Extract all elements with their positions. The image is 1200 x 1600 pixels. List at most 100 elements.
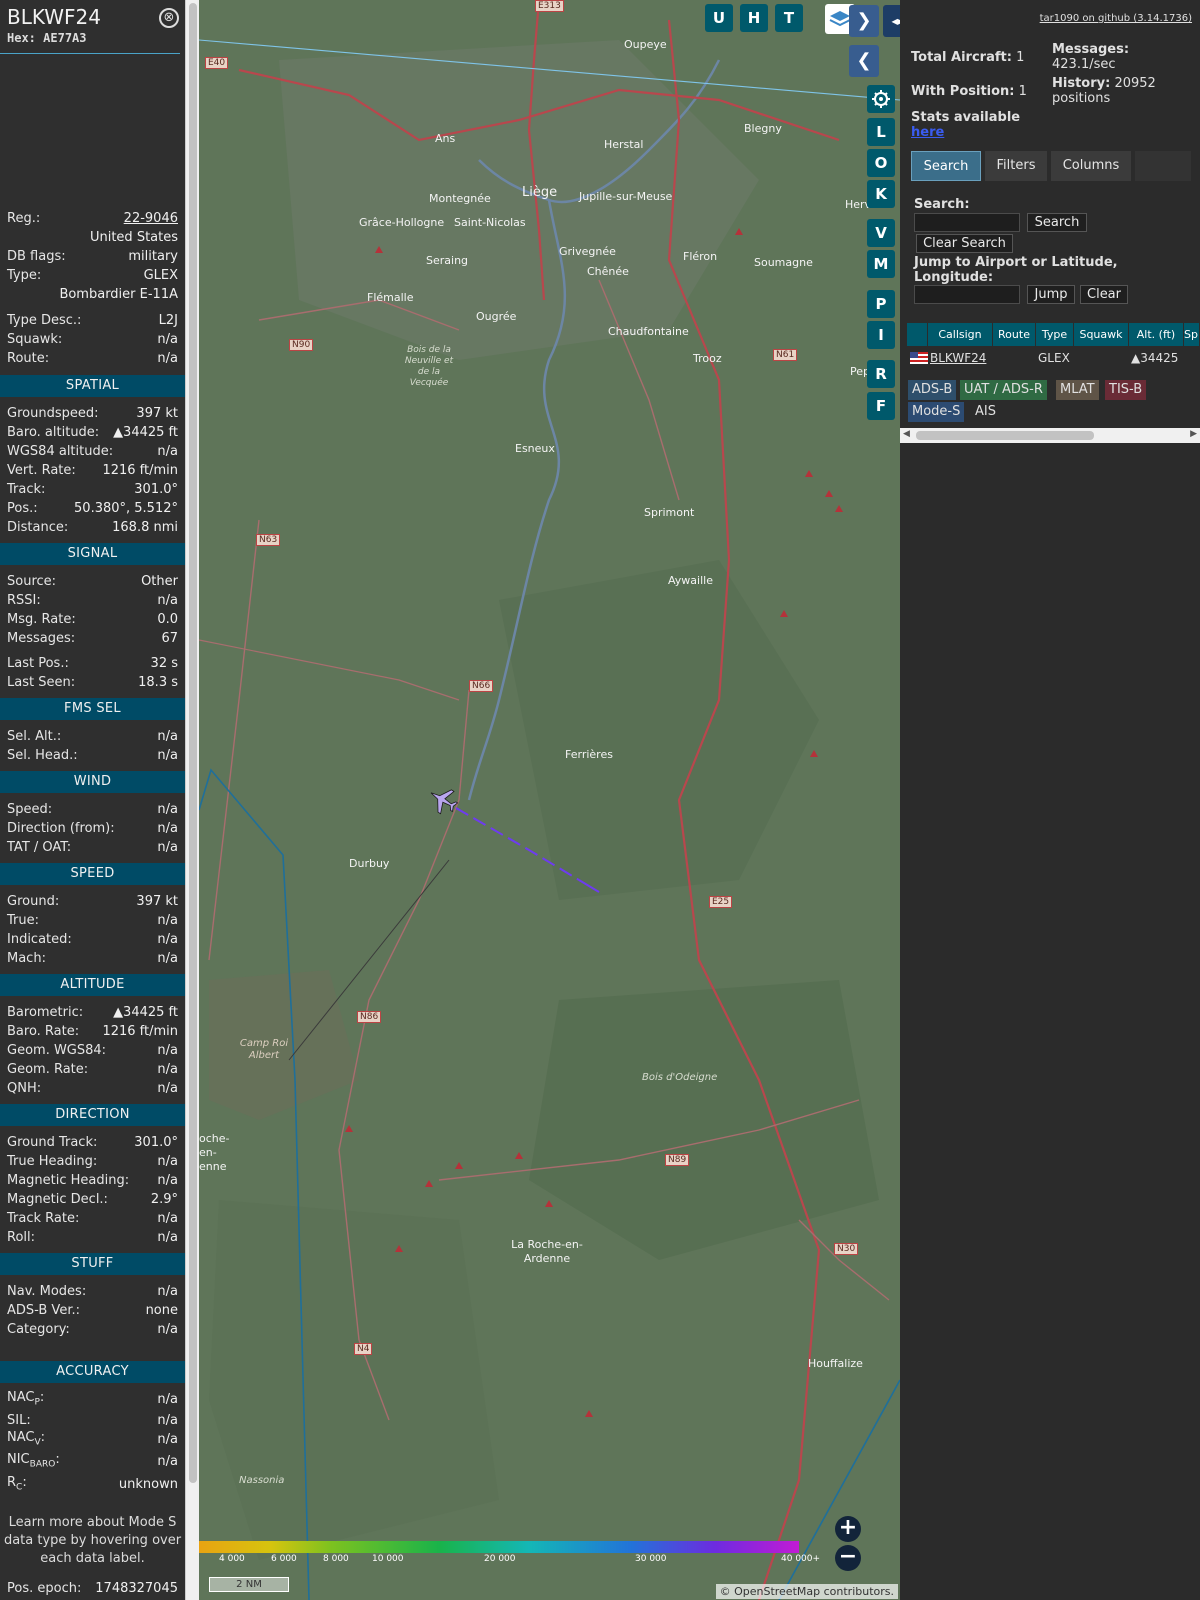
- search-input[interactable]: [914, 213, 1020, 232]
- wind-speed-value: n/a: [157, 801, 178, 817]
- vert-rate-row: Vert. Rate: 1216 ft/min: [7, 461, 178, 479]
- table-horizontal-scrollbar[interactable]: ◀ ▶: [900, 428, 1200, 443]
- wind-direction-label: Direction (from):: [7, 820, 115, 836]
- altitude-legend-label: 10 000: [372, 1554, 404, 1564]
- nacv-label: NACV:: [7, 1430, 46, 1448]
- pos-epoch-value: 1748327045: [95, 1580, 178, 1596]
- tab-filters[interactable]: Filters: [985, 151, 1047, 181]
- toggle-r-button[interactable]: R: [867, 360, 895, 388]
- jump-input[interactable]: [914, 285, 1020, 304]
- adsb-version-row: ADS-B Ver.: none: [7, 1301, 178, 1319]
- track-row: Track: 301.0°: [7, 480, 178, 498]
- expand-sidebar-icon[interactable]: ◂▸: [883, 5, 900, 37]
- toggle-v-button[interactable]: V: [867, 219, 895, 247]
- clear-button[interactable]: Clear: [1080, 285, 1128, 304]
- rssi-value: n/a: [157, 592, 178, 608]
- toggle-p-button[interactable]: P: [867, 290, 895, 318]
- sel-head-value: n/a: [157, 747, 178, 763]
- toggle-k-button[interactable]: K: [867, 180, 895, 208]
- source-chip-adsb[interactable]: ADS-B: [908, 380, 957, 400]
- sel-alt-label: Sel. Alt.:: [7, 728, 62, 744]
- toggle-o-button[interactable]: O: [867, 149, 895, 177]
- qnh-row: QNH: n/a: [7, 1079, 178, 1097]
- ground-track-row: Ground Track: 301.0°: [7, 1133, 178, 1151]
- position-row: Pos.: 50.380°, 5.512°: [7, 499, 178, 517]
- map-view[interactable]: Oupeye Herstal Blegny Liège Ans Montegné…: [199, 0, 900, 1600]
- toggle-f-button[interactable]: F: [867, 392, 895, 420]
- dbflags-value: military: [128, 248, 178, 264]
- zoom-out-icon[interactable]: −: [835, 1545, 861, 1571]
- aircraft-info-panel: BLKWF24 ⊗ Hex: AE77A3 Reg.: 22-9046 Unite…: [0, 0, 185, 1600]
- sel-head-row: Sel. Head.: n/a: [7, 746, 178, 764]
- source-chip-mlat[interactable]: MLAT: [1056, 380, 1099, 400]
- toggle-l-button[interactable]: L: [867, 118, 895, 146]
- true-speed-label: True:: [7, 912, 39, 928]
- next-aircraft-icon[interactable]: ❯: [849, 5, 879, 37]
- reg-link[interactable]: 22-9046: [124, 211, 178, 226]
- previous-aircraft-icon[interactable]: ❮: [849, 45, 879, 77]
- zoom-in-icon[interactable]: +: [835, 1516, 861, 1542]
- country-value: United States: [89, 229, 178, 245]
- attribution-prefix: ©: [719, 1585, 735, 1598]
- row-callsign[interactable]: BLKWF24: [930, 349, 986, 367]
- settings-gear-icon[interactable]: [867, 85, 895, 113]
- close-icon[interactable]: ⊗: [159, 8, 179, 28]
- attribution-link[interactable]: OpenStreetMap: [734, 1585, 820, 1598]
- baro-altitude-value: ▲34425 ft: [113, 424, 178, 440]
- tab-search[interactable]: Search: [911, 151, 981, 181]
- column-route[interactable]: Route: [993, 323, 1036, 346]
- mach-row: Mach: n/a: [7, 949, 178, 967]
- with-position: With Position: 1: [911, 84, 1027, 99]
- roll-value: n/a: [157, 1229, 178, 1245]
- us-flag-icon: [910, 352, 928, 364]
- distance-value: 168.8 nmi: [112, 519, 178, 535]
- toggle-u-button[interactable]: U: [705, 4, 733, 32]
- true-heading-label: True Heading:: [7, 1153, 98, 1169]
- geom-rate-value: n/a: [157, 1061, 178, 1077]
- tab-columns[interactable]: Columns: [1051, 151, 1131, 181]
- scrollbar-thumb[interactable]: [189, 3, 197, 1483]
- messages-label: Messages:: [7, 630, 76, 646]
- true-heading-row: True Heading: n/a: [7, 1152, 178, 1170]
- scroll-left-icon[interactable]: ◀: [903, 429, 910, 439]
- stats-link[interactable]: here: [911, 125, 944, 140]
- clear-search-button[interactable]: Clear Search: [916, 234, 1013, 253]
- section-direction: DIRECTION: [0, 1104, 185, 1126]
- vert-rate-label: Vert. Rate:: [7, 462, 76, 478]
- magnetic-heading-row: Magnetic Heading: n/a: [7, 1171, 178, 1189]
- column-type[interactable]: Type: [1036, 323, 1074, 346]
- toggle-h-button[interactable]: H: [740, 4, 768, 32]
- source-chip-ais[interactable]: AIS: [971, 402, 1000, 422]
- barometric-value: ▲34425 ft: [113, 1004, 178, 1020]
- toggle-t-button[interactable]: T: [775, 4, 803, 32]
- altitude-legend-label: 8 000: [323, 1554, 349, 1564]
- rssi-row: RSSI: n/a: [7, 591, 178, 609]
- section-altitude: ALTITUDE: [0, 974, 185, 996]
- ground-speed-value: 397 kt: [136, 893, 178, 909]
- scale-bar: 2 NM: [209, 1577, 289, 1592]
- toggle-i-button[interactable]: I: [867, 321, 895, 349]
- track-rate-row: Track Rate: n/a: [7, 1209, 178, 1227]
- altitude-legend-label: 40 000+: [781, 1554, 821, 1564]
- github-link[interactable]: tar1090 on github (3.14.1736): [1040, 13, 1192, 24]
- track-label: Track:: [7, 481, 46, 497]
- source-chip-tisb[interactable]: TIS-B: [1105, 380, 1147, 400]
- source-chip-uat[interactable]: UAT / ADS-R: [960, 380, 1047, 400]
- scroll-right-icon[interactable]: ▶: [1190, 429, 1197, 439]
- jump-button[interactable]: Jump: [1027, 285, 1075, 304]
- divider: [0, 53, 180, 54]
- toggle-m-button[interactable]: M: [867, 250, 895, 278]
- column-squawk[interactable]: Squawk: [1074, 323, 1129, 346]
- source-chip-modes[interactable]: Mode-S: [908, 402, 965, 422]
- nacp-row: NACP: n/a: [7, 1390, 178, 1408]
- column-altitude[interactable]: Alt. (ft): [1129, 323, 1184, 346]
- search-button[interactable]: Search: [1027, 213, 1087, 232]
- column-callsign[interactable]: Callsign: [928, 323, 993, 346]
- altitude-legend-label: 30 000: [635, 1554, 667, 1564]
- info-panel-scrollbar[interactable]: [185, 0, 199, 1600]
- column-speed[interactable]: Sp: [1184, 323, 1200, 346]
- scrollbar-thumb[interactable]: [916, 431, 1094, 440]
- vert-rate-value: 1216 ft/min: [102, 462, 178, 478]
- pos-epoch-row: Pos. epoch: 1748327045: [7, 1579, 178, 1597]
- route-label: Route:: [7, 350, 50, 366]
